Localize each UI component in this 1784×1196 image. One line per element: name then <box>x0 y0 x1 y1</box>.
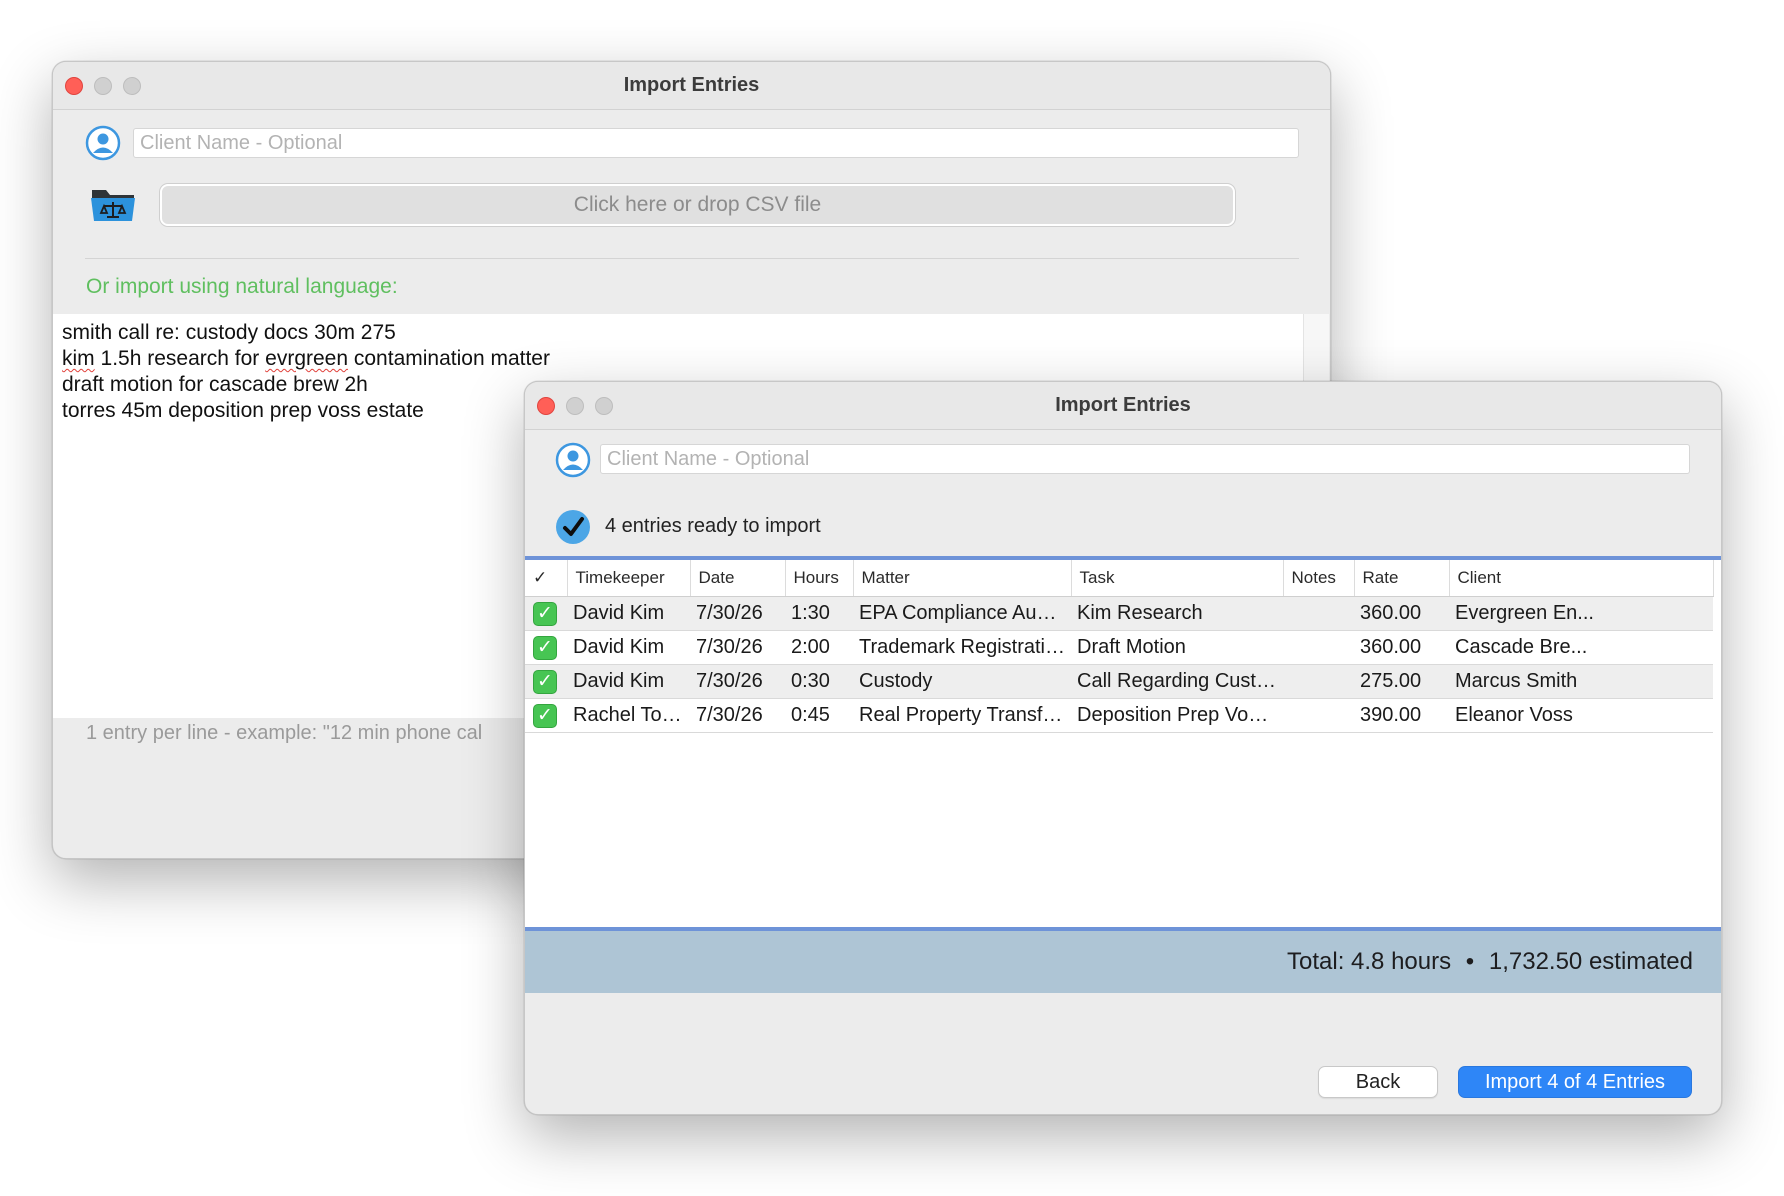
cell-task: Kim Research <box>1071 596 1283 631</box>
total-summary-bar: Total: 4.8 hours • 1,732.50 estimated <box>525 931 1721 993</box>
cell-matter: Real Property Transfer -... <box>853 698 1071 733</box>
cell-task: Call Regarding Custod... <box>1071 664 1283 699</box>
column-header-notes[interactable]: Notes <box>1283 560 1355 597</box>
entry-line: kim 1.5h research for evrgreen contamina… <box>62 347 550 370</box>
checkmark-circle-icon <box>555 509 591 545</box>
cell-rate: 360.00 <box>1354 630 1449 665</box>
row-checkbox[interactable]: ✓ <box>533 669 557 694</box>
column-header-rate[interactable]: Rate <box>1354 560 1450 597</box>
total-hours: Total: 4.8 hours <box>1287 948 1452 975</box>
table-row[interactable]: ✓ David Kim 7/30/26 1:30 EPA Compliance … <box>525 596 1713 631</box>
column-header-hours[interactable]: Hours <box>785 560 854 597</box>
column-header-timekeeper[interactable]: Timekeeper <box>567 560 691 597</box>
column-header-task[interactable]: Task <box>1071 560 1284 597</box>
person-icon <box>85 125 121 161</box>
table-row[interactable]: ✓ Rachel Torres 7/30/26 0:45 Real Proper… <box>525 698 1713 733</box>
column-header-client[interactable]: Client <box>1449 560 1714 597</box>
cell-hours: 0:45 <box>785 698 853 733</box>
table-row[interactable]: ✓ David Kim 7/30/26 2:00 Trademark Regis… <box>525 630 1713 665</box>
title-bar: Import Entries <box>53 62 1330 110</box>
cell-date: 7/30/26 <box>690 630 785 665</box>
cell-task: Deposition Prep Voss E... <box>1071 698 1283 733</box>
window-title: Import Entries <box>623 74 760 96</box>
column-header-date[interactable]: Date <box>690 560 786 597</box>
cell-task: Draft Motion <box>1071 630 1283 665</box>
cell-client: Evergreen En... <box>1449 596 1713 631</box>
total-estimated: 1,732.50 estimated <box>1488 948 1693 975</box>
entry-line: smith call re: custody docs 30m 275 <box>62 321 396 344</box>
ready-status: 4 entries ready to import <box>605 515 821 537</box>
total-separator: • <box>1465 948 1475 975</box>
table-header: ✓ Timekeeper Date Hours Matter Task Note… <box>525 560 1714 597</box>
csv-drop-button[interactable]: Click here or drop CSV file <box>160 184 1235 226</box>
import-entries-button[interactable]: Import 4 of 4 Entries <box>1458 1066 1692 1098</box>
cell-notes <box>1283 664 1354 699</box>
table-row[interactable]: ✓ David Kim 7/30/26 0:30 Custody Call Re… <box>525 664 1713 699</box>
client-name-input[interactable] <box>600 444 1690 474</box>
row-checkbox[interactable]: ✓ <box>533 703 557 728</box>
natural-language-label: Or import using natural language: <box>86 275 398 298</box>
cell-timekeeper: Rachel Torres <box>567 698 690 733</box>
column-header-matter[interactable]: Matter <box>853 560 1072 597</box>
cell-rate: 390.00 <box>1354 698 1449 733</box>
cell-date: 7/30/26 <box>690 698 785 733</box>
entries-table: ✓ Timekeeper Date Hours Matter Task Note… <box>525 556 1721 931</box>
row-checkbox[interactable]: ✓ <box>533 601 557 626</box>
person-icon <box>555 442 591 478</box>
cell-notes <box>1283 596 1354 631</box>
format-hint: 1 entry per line - example: "12 min phon… <box>86 722 483 744</box>
divider <box>85 258 1299 259</box>
spellcheck-word: evrgreen <box>265 347 349 370</box>
cell-timekeeper: David Kim <box>567 596 690 631</box>
cell-matter: Custody <box>853 664 1071 699</box>
cell-client: Marcus Smith <box>1449 664 1713 699</box>
cell-hours: 2:00 <box>785 630 853 665</box>
client-name-input[interactable] <box>133 128 1299 158</box>
cell-date: 7/30/26 <box>690 664 785 699</box>
cell-date: 7/30/26 <box>690 596 785 631</box>
cell-matter: Trademark Registration ... <box>853 630 1071 665</box>
import-window-front: Import Entries 4 entries ready to import… <box>524 381 1722 1115</box>
spellcheck-word: kim <box>62 347 95 370</box>
back-button[interactable]: Back <box>1318 1066 1438 1098</box>
folder-scales-icon[interactable] <box>89 186 137 224</box>
cell-notes <box>1283 698 1354 733</box>
cell-notes <box>1283 630 1354 665</box>
title-bar: Import Entries <box>525 382 1721 430</box>
cell-hours: 0:30 <box>785 664 853 699</box>
cell-client: Eleanor Voss <box>1449 698 1713 733</box>
cell-client: Cascade Bre... <box>1449 630 1713 665</box>
column-header-check[interactable]: ✓ <box>525 560 568 597</box>
cell-matter: EPA Compliance Audit ... <box>853 596 1071 631</box>
cell-timekeeper: David Kim <box>567 630 690 665</box>
cell-rate: 360.00 <box>1354 596 1449 631</box>
cell-rate: 275.00 <box>1354 664 1449 699</box>
cell-hours: 1:30 <box>785 596 853 631</box>
window-title: Import Entries <box>1055 394 1191 416</box>
cell-timekeeper: David Kim <box>567 664 690 699</box>
row-checkbox[interactable]: ✓ <box>533 635 557 660</box>
